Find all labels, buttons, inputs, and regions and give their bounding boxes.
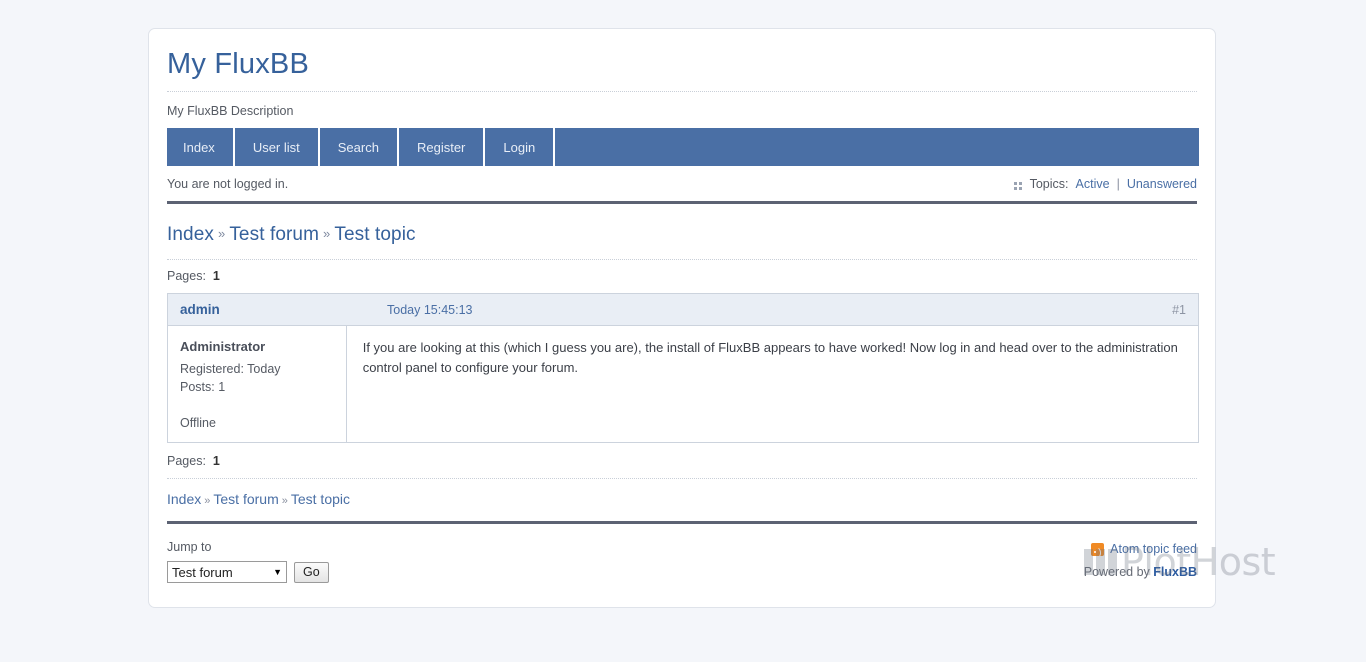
breadcrumb-top-forum[interactable]: Test forum [229, 224, 319, 245]
nav-item-register[interactable]: Register [399, 128, 486, 167]
rss-icon [1091, 542, 1105, 556]
atom-feed-row: Atom topic feed [1084, 542, 1197, 565]
post-timestamp-link[interactable]: Today 15:45:13 [387, 303, 1172, 317]
footer-info: Atom topic feed Powered by FluxBB [1084, 540, 1197, 583]
powered-by-text: Powered by [1083, 565, 1154, 580]
breadcrumb-bottom-topic[interactable]: Test topic [291, 491, 350, 507]
post-body-row: Administrator Registered: Today Posts: 1… [168, 326, 1198, 443]
pagination-top-page-1[interactable]: 1 [206, 269, 220, 283]
post-header: admin Today 15:45:13 #1 [168, 294, 1198, 327]
author-registered: Registered: Today [180, 362, 281, 377]
breadcrumb-top-separator-2: » [323, 226, 331, 242]
board-description: My FluxBB Description [167, 104, 294, 119]
breadcrumb-top-separator-1: » [217, 226, 226, 242]
powered-by-row: Powered by FluxBB [1084, 565, 1197, 579]
grip-icon [1013, 181, 1023, 190]
author-online-status: Offline [180, 416, 216, 431]
page-footer: Jump to Test forum ▼ Go Atom topic feed … [167, 524, 1197, 584]
breadcrumb-top: Index» Test forum» Test topic [167, 204, 1197, 259]
go-button[interactable]: Go [294, 561, 329, 583]
topics-separator: | [1116, 177, 1120, 192]
nav-item-search[interactable]: Search [320, 128, 399, 167]
jump-to-form: Jump to Test forum ▼ Go [167, 540, 329, 584]
pagination-bottom-label: Pages: [167, 454, 206, 469]
post-number[interactable]: #1 [1172, 303, 1198, 317]
nav-item-index[interactable]: Index [167, 128, 235, 167]
breadcrumb-bottom-separator-1: » [204, 495, 211, 508]
breadcrumb-bottom-index[interactable]: Index [167, 491, 201, 507]
atom-topic-feed-link[interactable]: Atom topic feed [1110, 542, 1197, 556]
pagination-bottom-page-1[interactable]: 1 [206, 454, 220, 468]
jump-to-label: Jump to [167, 540, 212, 555]
author-post-count: Posts: 1 [180, 380, 226, 395]
nav-filler [555, 128, 1199, 166]
topics-unanswered-link[interactable]: Unanswered [1127, 177, 1197, 191]
status-bar: You are not logged in. Topics: Active | … [167, 166, 1197, 205]
post-message-body: If you are looking at this (which I gues… [362, 340, 1178, 375]
topics-label: Topics: [1029, 177, 1069, 192]
fluxbb-link[interactable]: FluxBB [1153, 565, 1197, 579]
main-navigation: Index User list Search Register Login [167, 128, 1199, 167]
pagination-top-label: Pages: [167, 269, 206, 284]
jump-to-controls: Test forum ▼ Go [167, 561, 329, 584]
pagination-top: Pages: 1 [167, 259, 1197, 293]
forum-container: My FluxBB My FluxBB Description Index Us… [148, 28, 1216, 608]
chevron-down-icon: ▼ [273, 567, 282, 578]
login-status-text: You are not logged in. [167, 177, 289, 192]
pagination-bottom: Pages: 1 [167, 443, 1197, 478]
breadcrumb-top-index[interactable]: Index [167, 224, 214, 245]
jump-to-selected-value: Test forum [172, 564, 233, 580]
breadcrumb-top-topic[interactable]: Test topic [334, 224, 415, 245]
board-title: My FluxBB [167, 48, 309, 80]
nav-item-user-list[interactable]: User list [235, 128, 320, 167]
breadcrumb-bottom-forum[interactable]: Test forum [213, 491, 278, 507]
topics-active-link[interactable]: Active [1076, 177, 1110, 191]
topics-filter-group: Topics: Active | Unanswered [1013, 177, 1197, 192]
jump-to-select[interactable]: Test forum ▼ [167, 561, 287, 584]
post-author-link[interactable]: admin [168, 302, 387, 317]
breadcrumb-bottom: Index» Test forum» Test topic [167, 478, 1197, 521]
post-block: admin Today 15:45:13 #1 Administrator Re… [167, 293, 1199, 444]
post-author-panel: Administrator Registered: Today Posts: 1… [168, 326, 347, 443]
author-role: Administrator [180, 339, 266, 355]
nav-item-login[interactable]: Login [485, 128, 556, 167]
breadcrumb-bottom-separator-2: » [281, 495, 288, 508]
